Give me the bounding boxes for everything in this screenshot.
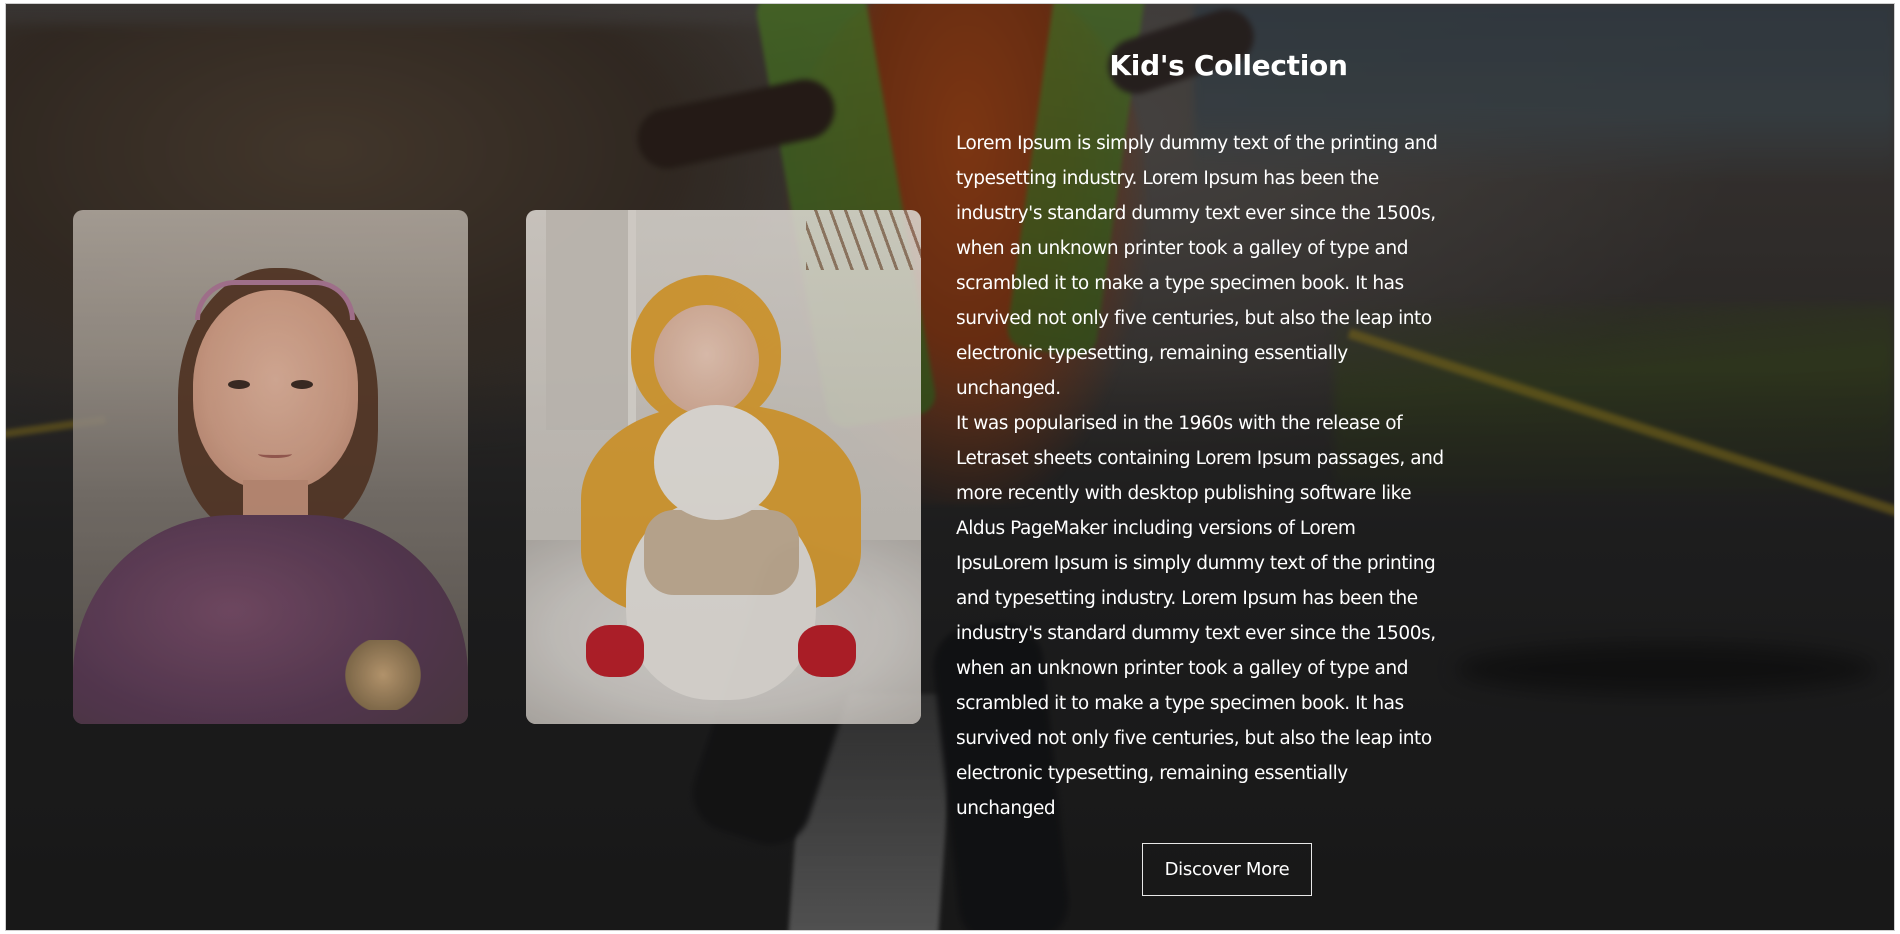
girl-eye-left: [228, 380, 250, 389]
dress-flower: [343, 640, 423, 710]
girl-mouth: [258, 450, 292, 458]
baby-shoe-right: [798, 625, 856, 677]
shelf: [546, 210, 636, 430]
girl-eye-right: [291, 380, 313, 389]
baby-photo: [526, 210, 921, 724]
teddy-sweater: [644, 510, 799, 595]
section-title: Kid's Collection: [1109, 49, 1348, 82]
discover-more-button[interactable]: Discover More: [1142, 843, 1312, 896]
description-paragraph-1: Lorem Ipsum is simply dummy text of the …: [956, 133, 1438, 399]
baby-shoe-left: [586, 625, 644, 677]
baby-face: [654, 305, 759, 415]
teddy-bear-head: [654, 405, 779, 520]
section-description: Lorem Ipsum is simply dummy text of the …: [956, 126, 1501, 826]
description-paragraph-2: It was popularised in the 1960s with the…: [956, 413, 1444, 819]
kids-collection-hero: Kid's Collection Lorem Ipsum is simply d…: [5, 3, 1895, 931]
girl-photo: [73, 210, 468, 724]
branches: [806, 210, 921, 270]
girl-face: [193, 290, 358, 490]
girl-headband: [195, 280, 355, 320]
